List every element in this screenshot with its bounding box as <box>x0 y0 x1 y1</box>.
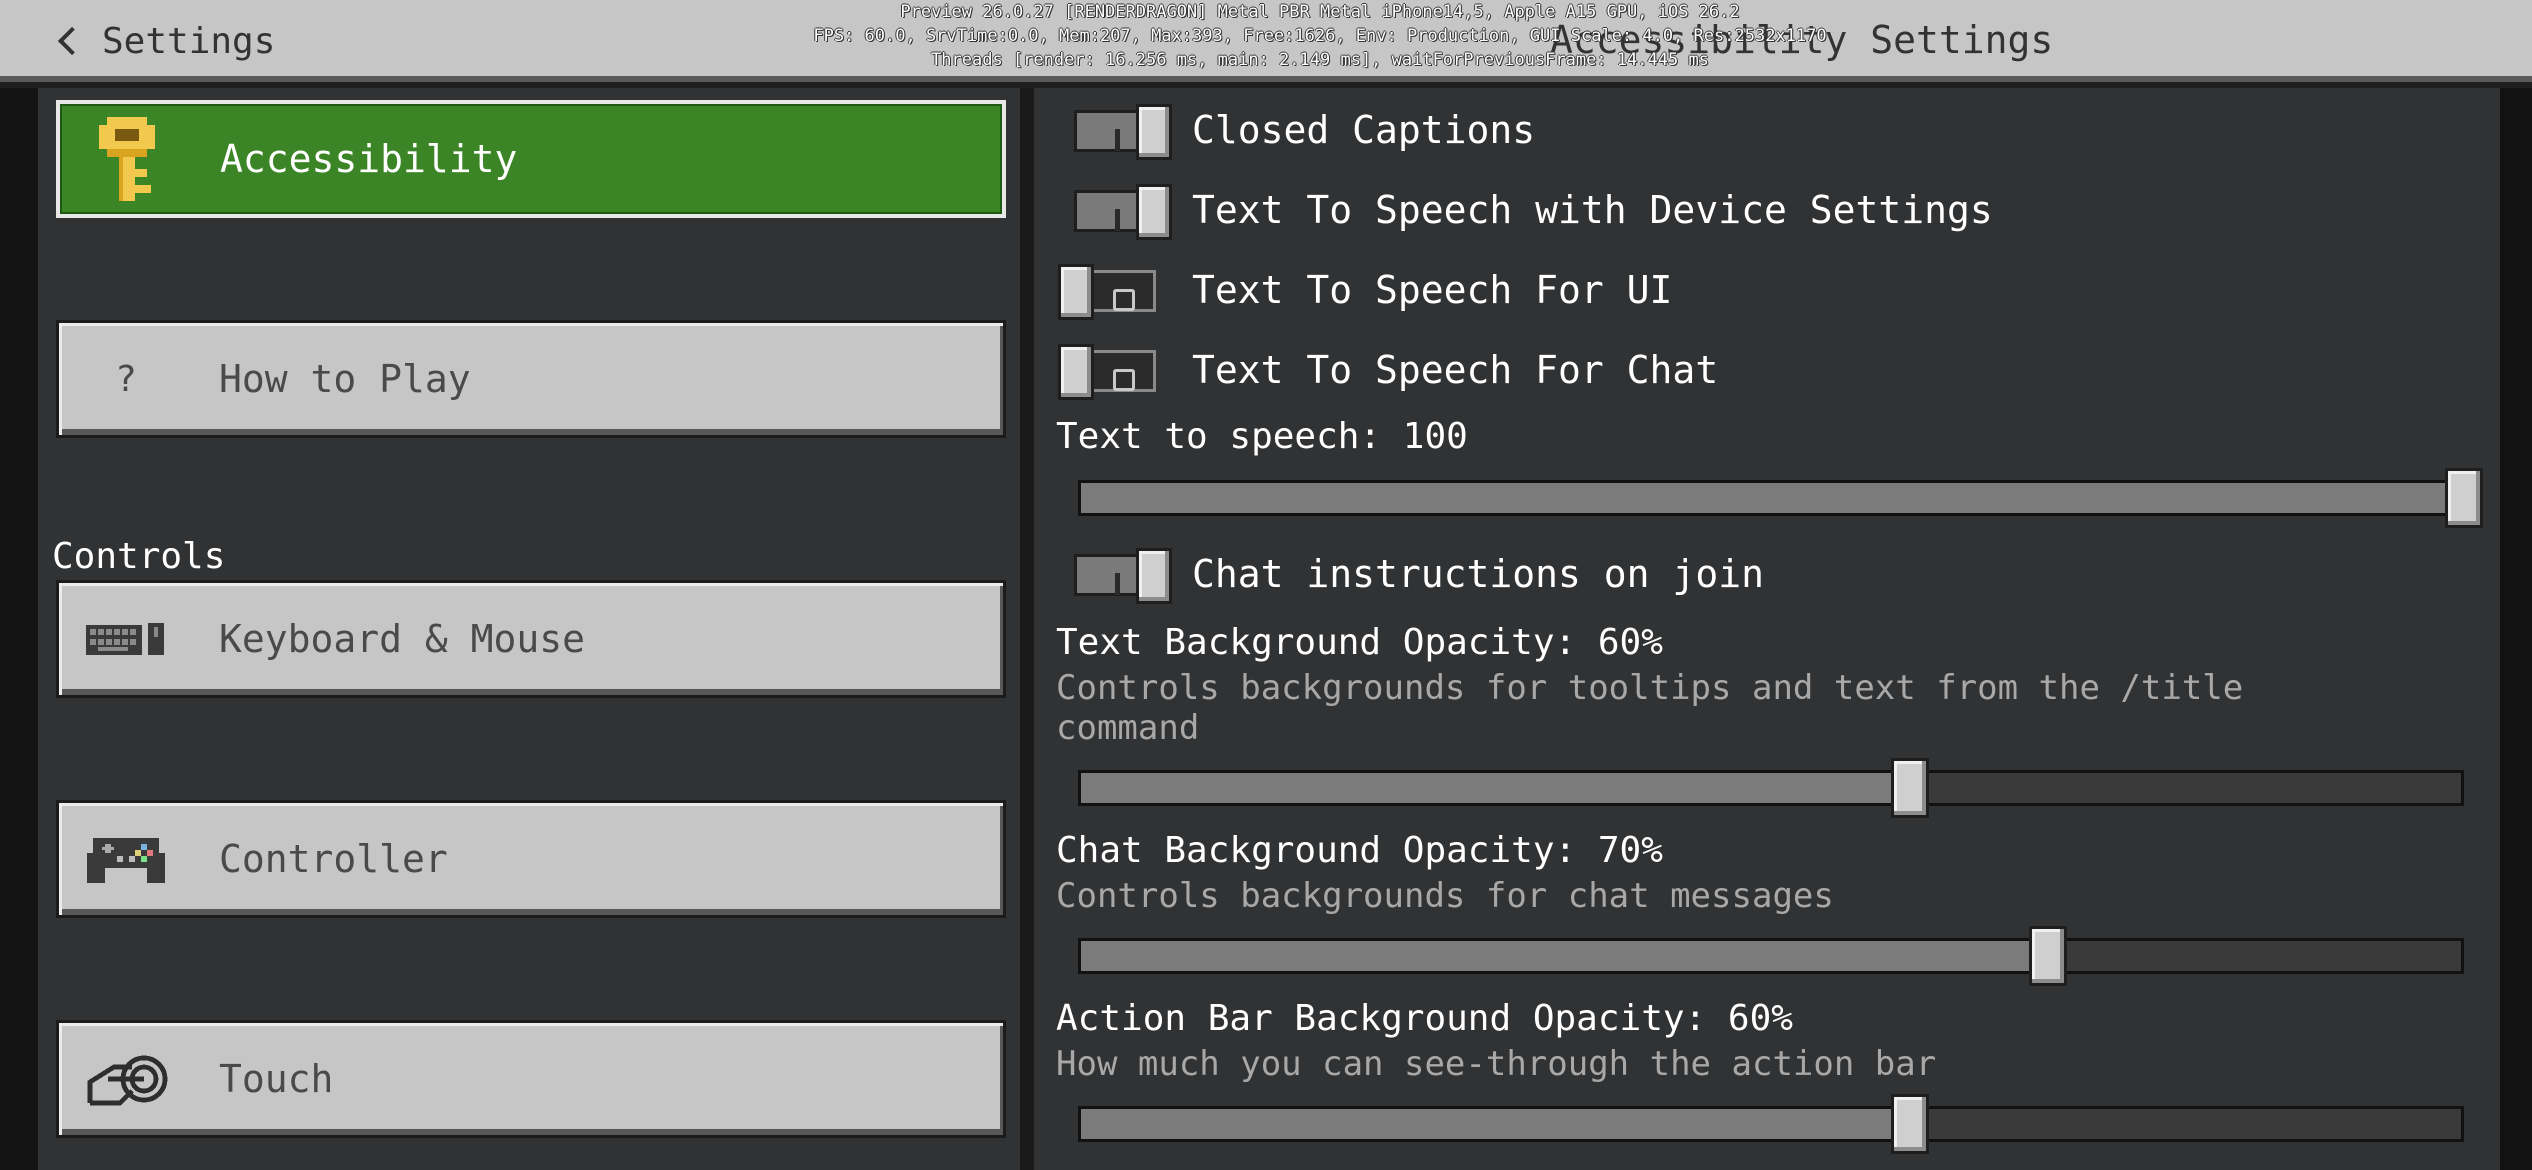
tts-ui-label: Text To Speech For UI <box>1192 268 1673 312</box>
controller-icon <box>81 819 171 899</box>
sidebar: Accessibility ? How to Play Controls Key… <box>38 88 1020 1170</box>
toggle-knob <box>1058 264 1094 320</box>
chat-instructions-toggle[interactable] <box>1074 548 1172 604</box>
text-bg-opacity-heading: Text Background Opacity: 60% <box>1056 622 1663 663</box>
keyboard-mouse-icon <box>81 599 171 679</box>
chat-instructions-label: Chat instructions on join <box>1192 552 1764 596</box>
text-bg-opacity-slider[interactable] <box>1078 758 2464 818</box>
question-icon: ? <box>115 358 137 400</box>
slider-track <box>1078 770 2464 806</box>
text-bg-opacity-description: Controls backgrounds for tooltips and te… <box>1056 668 2244 748</box>
section-label-controls: Controls <box>52 536 226 577</box>
slider-track <box>1078 1106 2464 1142</box>
tts-ui-toggle[interactable] <box>1058 264 1156 320</box>
toggle-on-mark <box>1115 573 1120 595</box>
tts-chat-label: Text To Speech For Chat <box>1192 348 1719 392</box>
action-bar-bg-opacity-heading: Action Bar Background Opacity: 60% <box>1056 998 1793 1039</box>
tts-volume-heading: Text to speech: 100 <box>1056 416 1468 457</box>
back-label: Settings <box>102 20 276 62</box>
slider-knob[interactable] <box>1890 1094 1929 1154</box>
slider-fill <box>1081 483 2461 513</box>
toggle-knob <box>1136 184 1172 240</box>
tts-device-settings-toggle[interactable] <box>1074 184 1172 240</box>
toggle-on-mark <box>1115 209 1120 231</box>
settings-panel: Closed Captions Text To Speech with Devi… <box>1034 88 2500 1170</box>
sidebar-item-how-to-play[interactable]: ? How to Play <box>56 320 1006 438</box>
sidebar-item-label: Accessibility <box>220 137 518 181</box>
action-bar-bg-opacity-slider[interactable] <box>1078 1094 2464 1154</box>
slider-fill <box>1081 941 2047 971</box>
top-bar: Settings Accessibility Settings Preview … <box>0 0 2532 82</box>
slider-knob[interactable] <box>2029 926 2068 986</box>
sidebar-item-label: Controller <box>219 837 448 881</box>
back-button[interactable]: Settings <box>57 14 276 68</box>
debug-line: Preview 26.0.27 [RENDERDRAGON] Metal PBR… <box>900 2 1740 22</box>
closed-captions-label: Closed Captions <box>1192 108 1536 152</box>
sidebar-item-touch[interactable]: Touch <box>56 1020 1006 1138</box>
toggle-knob <box>1058 344 1094 400</box>
slider-knob[interactable] <box>1890 758 1929 818</box>
toggle-knob <box>1136 548 1172 604</box>
background-edge <box>0 88 38 1170</box>
slider-track <box>1078 938 2464 974</box>
debug-line: Threads [render: 16.256 ms, main: 2.149 … <box>931 50 1709 70</box>
toggle-off-mark <box>1113 289 1135 311</box>
chat-bg-opacity-description: Controls backgrounds for chat messages <box>1056 876 1834 916</box>
chat-bg-opacity-heading: Chat Background Opacity: 70% <box>1056 830 1663 871</box>
sidebar-item-keyboard-mouse[interactable]: Keyboard & Mouse <box>56 580 1006 698</box>
sidebar-item-label: Touch <box>219 1057 334 1101</box>
slider-fill <box>1081 773 1909 803</box>
background-edge <box>2500 88 2532 1170</box>
tts-volume-slider[interactable] <box>1078 468 2483 528</box>
toggle-on-mark <box>1115 129 1120 151</box>
sidebar-item-label: How to Play <box>219 357 471 401</box>
panel-divider <box>1020 88 1034 1170</box>
tts-device-settings-label: Text To Speech with Device Settings <box>1192 188 1993 232</box>
key-icon <box>82 117 172 201</box>
slider-track <box>1078 480 2464 516</box>
sidebar-item-accessibility[interactable]: Accessibility <box>56 100 1006 218</box>
action-bar-bg-opacity-description: How much you can see-through the action … <box>1056 1044 1937 1084</box>
debug-overlay: Preview 26.0.27 [RENDERDRAGON] Metal PBR… <box>700 0 1940 72</box>
toggle-off-mark <box>1113 369 1135 391</box>
closed-captions-toggle[interactable] <box>1074 104 1172 160</box>
sidebar-item-label: Keyboard & Mouse <box>219 617 586 661</box>
slider-knob[interactable] <box>2445 468 2483 528</box>
debug-line: FPS: 60.0, SrvTime:0.0, Mem:207, Max:393… <box>813 26 1827 46</box>
tts-chat-toggle[interactable] <box>1058 344 1156 400</box>
slider-fill <box>1081 1109 1909 1139</box>
chevron-left-icon <box>57 26 87 56</box>
toggle-knob <box>1136 104 1172 160</box>
touch-icon <box>81 1039 171 1119</box>
sidebar-item-controller[interactable]: Controller <box>56 800 1006 918</box>
chat-bg-opacity-slider[interactable] <box>1078 926 2464 986</box>
